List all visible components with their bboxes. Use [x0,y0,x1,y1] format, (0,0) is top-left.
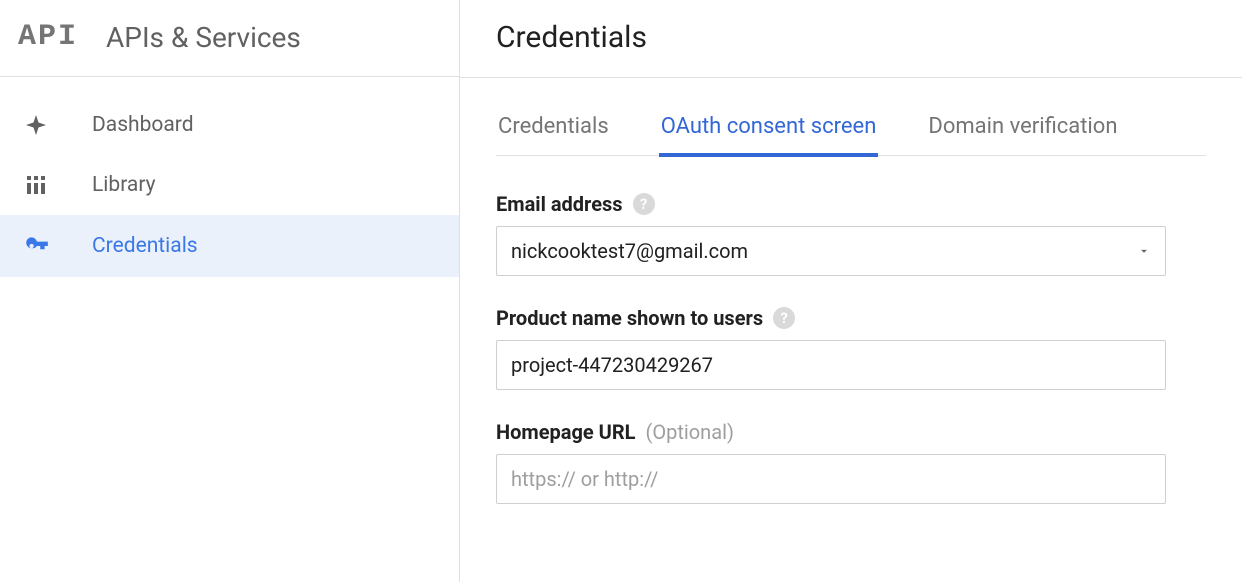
email-select[interactable]: nickcooktest7@gmail.com [496,226,1166,276]
sidebar-item-library[interactable]: Library [0,155,459,215]
homepage-label: Homepage URL [496,420,636,444]
sidebar-item-credentials[interactable]: Credentials [0,215,459,277]
product-name-label: Product name shown to users [496,306,763,330]
tabs: Credentials OAuth consent screen Domain … [496,114,1206,156]
tab-oauth-consent[interactable]: OAuth consent screen [659,114,879,157]
homepage-optional: (Optional) [646,420,734,444]
homepage-input[interactable] [496,454,1166,504]
email-field-group: Email address ? nickcooktest7@gmail.com [496,192,1206,276]
tab-domain-verification[interactable]: Domain verification [926,114,1119,157]
help-icon[interactable]: ? [633,193,655,215]
main-content: Credentials Credentials OAuth consent sc… [460,0,1242,582]
tab-credentials[interactable]: Credentials [496,114,611,157]
api-badge: API [18,20,78,54]
help-icon[interactable]: ? [773,307,795,329]
email-label-row: Email address ? [496,192,1206,216]
header-divider [460,77,1242,78]
page-title: Credentials [496,18,1206,55]
sidebar-item-dashboard[interactable]: Dashboard [0,95,459,155]
sidebar-nav: Dashboard Library Credentials [0,77,459,277]
oauth-consent-form: Email address ? nickcooktest7@gmail.com … [496,192,1206,504]
product-name-input[interactable] [496,340,1166,390]
homepage-label-row: Homepage URL (Optional) [496,420,1206,444]
sidebar-item-label: Credentials [92,234,198,258]
key-icon [24,233,54,259]
sidebar-header: API APIs & Services [0,0,459,77]
sidebar-item-label: Dashboard [92,113,194,137]
caret-down-icon [1137,239,1151,263]
email-label: Email address [496,192,623,216]
sidebar-item-label: Library [92,173,156,197]
dashboard-icon [24,113,54,137]
product-name-field-group: Product name shown to users ? [496,306,1206,390]
library-icon [24,173,54,197]
sidebar: API APIs & Services Dashboard Library [0,0,460,582]
homepage-field-group: Homepage URL (Optional) [496,420,1206,504]
product-name-label-row: Product name shown to users ? [496,306,1206,330]
sidebar-title: APIs & Services [106,21,301,54]
email-select-value: nickcooktest7@gmail.com [511,239,748,263]
